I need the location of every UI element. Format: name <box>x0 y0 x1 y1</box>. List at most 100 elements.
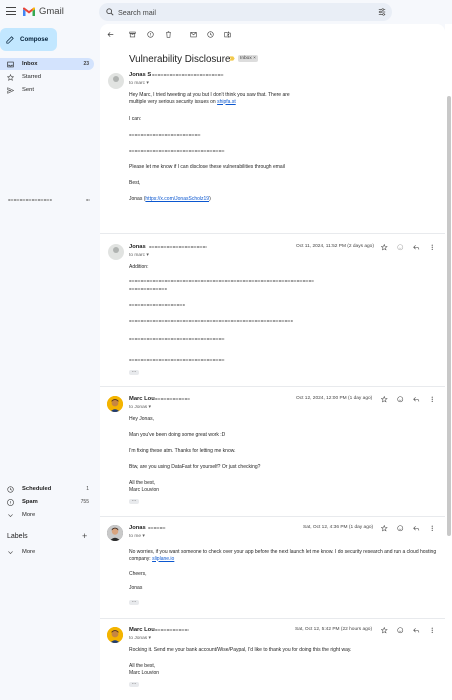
sidebar-item-starred[interactable]: Starred <box>0 71 94 83</box>
sender-avatar[interactable] <box>108 244 124 260</box>
emoji-react-icon[interactable] <box>397 396 404 403</box>
spam-count: 755 <box>80 499 89 505</box>
blurred-sidebar-item <box>8 199 52 201</box>
more-vert-icon[interactable] <box>429 244 436 251</box>
chevron-down-icon <box>8 550 13 554</box>
blurred-sender-email <box>148 527 166 529</box>
app-name: Gmail <box>39 6 64 17</box>
sender-avatar[interactable] <box>107 627 123 643</box>
delete-icon[interactable] <box>165 31 172 38</box>
emoji-react-icon[interactable] <box>397 525 404 532</box>
sender-avatar[interactable] <box>108 73 124 89</box>
more-vert-icon[interactable] <box>429 627 436 634</box>
recipient-line[interactable]: to Jonas ▾ <box>129 405 151 410</box>
recipient-line[interactable]: to Jonas ▾ <box>129 636 151 641</box>
inbox-chip-text: Inbox <box>240 56 252 61</box>
more-vert-icon[interactable] <box>429 525 436 532</box>
sidebar-labels-more[interactable]: More <box>0 546 94 558</box>
recipient-line[interactable]: to marc ▾ <box>129 81 149 86</box>
signature-text: Jonas ( <box>129 196 146 202</box>
message-divider <box>100 618 445 619</box>
blurred-line <box>129 280 314 282</box>
sender-avatar[interactable] <box>107 525 123 541</box>
star-icon[interactable] <box>381 396 388 403</box>
gmail-logo[interactable]: Gmail <box>22 6 64 17</box>
blurred-sender-email <box>152 74 224 76</box>
compose-button[interactable]: Compose <box>0 28 57 51</box>
back-arrow-icon[interactable] <box>107 31 114 38</box>
search-bar[interactable]: Search mail <box>99 3 392 21</box>
sidebar-item-sent[interactable]: Sent <box>0 84 94 96</box>
message-timestamp: Sat, Oct 12, 5:42 PM (22 hours ago) <box>295 627 373 632</box>
report-spam-icon[interactable] <box>147 31 154 38</box>
important-marker-icon[interactable] <box>229 56 235 61</box>
show-trimmed-content-button[interactable]: … <box>129 369 139 375</box>
emoji-react-icon[interactable] <box>397 627 404 634</box>
reply-icon[interactable] <box>413 244 420 251</box>
recipient-line[interactable]: to marc ▾ <box>129 253 149 258</box>
reply-icon[interactable] <box>413 627 420 634</box>
sender-name[interactable]: Jonas <box>129 244 146 250</box>
blurred-line <box>129 134 201 136</box>
star-icon[interactable] <box>381 627 388 634</box>
add-label-icon[interactable]: + <box>82 531 87 541</box>
sliplane-link[interactable]: sliplane.io <box>152 556 174 562</box>
recipient-text: to Jonas <box>129 636 148 641</box>
sidebar-item-label: Inbox <box>22 61 38 67</box>
message-text: No worries, if you want someone to check… <box>129 549 437 562</box>
thread-toolbar <box>100 24 445 46</box>
sidebar-item-inbox[interactable]: Inbox 23 <box>0 58 94 70</box>
avatar-face-icon <box>107 525 123 541</box>
inbox-label-chip[interactable]: Inbox × <box>238 55 258 62</box>
sender-avatar[interactable] <box>107 396 123 412</box>
more-vert-icon[interactable] <box>429 396 436 403</box>
sender-name[interactable]: Jonas <box>129 525 146 531</box>
recipient-text: to marc <box>129 81 145 86</box>
inbox-icon <box>7 61 14 67</box>
sender-name[interactable]: Marc Lou <box>129 396 155 402</box>
sidebar-item-spam[interactable]: Spam 755 <box>0 496 94 508</box>
star-icon[interactable] <box>381 525 388 532</box>
sidebar-item-label: More <box>22 512 36 518</box>
recipient-line[interactable]: to me ▾ <box>129 534 145 539</box>
blurred-sender-email <box>155 629 189 631</box>
message-paragraph: Rocking it. Send me your bank account/Wi… <box>129 647 352 653</box>
scrollbar-thumb[interactable] <box>446 96 451 536</box>
show-trimmed-content-button[interactable]: … <box>129 599 139 605</box>
sender-name[interactable]: Marc Lou <box>129 627 155 633</box>
message-paragraph: Hey Jonas, <box>129 416 155 422</box>
shipfast-link[interactable]: shipfa.st <box>217 99 236 105</box>
overflow-menu-icon[interactable] <box>225 31 232 38</box>
hamburger-menu-icon[interactable] <box>6 7 16 16</box>
message-timestamp: Sat, Oct 12, 4:36 PM (1 day ago) <box>303 525 374 530</box>
chevron-down-icon <box>8 513 13 517</box>
emoji-react-icon[interactable] <box>397 244 404 251</box>
snooze-icon[interactable] <box>207 31 214 38</box>
blurred-line <box>129 150 225 152</box>
message-paragraph: Man you've been doing some great work :D <box>129 432 226 438</box>
mark-unread-icon[interactable] <box>190 31 197 38</box>
sidebar-item-label: Starred <box>22 74 42 80</box>
sidebar-item-label: Sent <box>22 87 34 93</box>
search-icon[interactable] <box>106 8 114 16</box>
message-paragraph: Addition: <box>129 264 149 270</box>
blurred-sender-email <box>149 246 207 248</box>
search-input[interactable]: Search mail <box>118 8 156 17</box>
closing-paren: ) <box>209 196 211 202</box>
show-trimmed-content-button[interactable]: … <box>129 681 139 687</box>
show-trimmed-content-button[interactable]: … <box>129 498 139 504</box>
search-options-icon[interactable] <box>378 8 386 16</box>
report-icon <box>7 498 14 506</box>
twitter-link[interactable]: https://x.com/JonasScholz19 <box>145 196 209 202</box>
sender-name[interactable]: Jonas S <box>129 72 151 78</box>
message-paragraph: Jonas <box>129 585 143 591</box>
sidebar-item-scheduled[interactable]: Scheduled 1 <box>0 483 94 495</box>
sidebar-item-label: Spam <box>22 499 38 505</box>
archive-icon[interactable] <box>129 31 136 38</box>
reply-icon[interactable] <box>413 525 420 532</box>
thread-scrollbar[interactable] <box>445 24 452 700</box>
message-paragraph: Cheers, <box>129 571 147 577</box>
sidebar-item-more[interactable]: More <box>0 509 94 521</box>
star-icon[interactable] <box>381 244 388 251</box>
reply-icon[interactable] <box>413 396 420 403</box>
